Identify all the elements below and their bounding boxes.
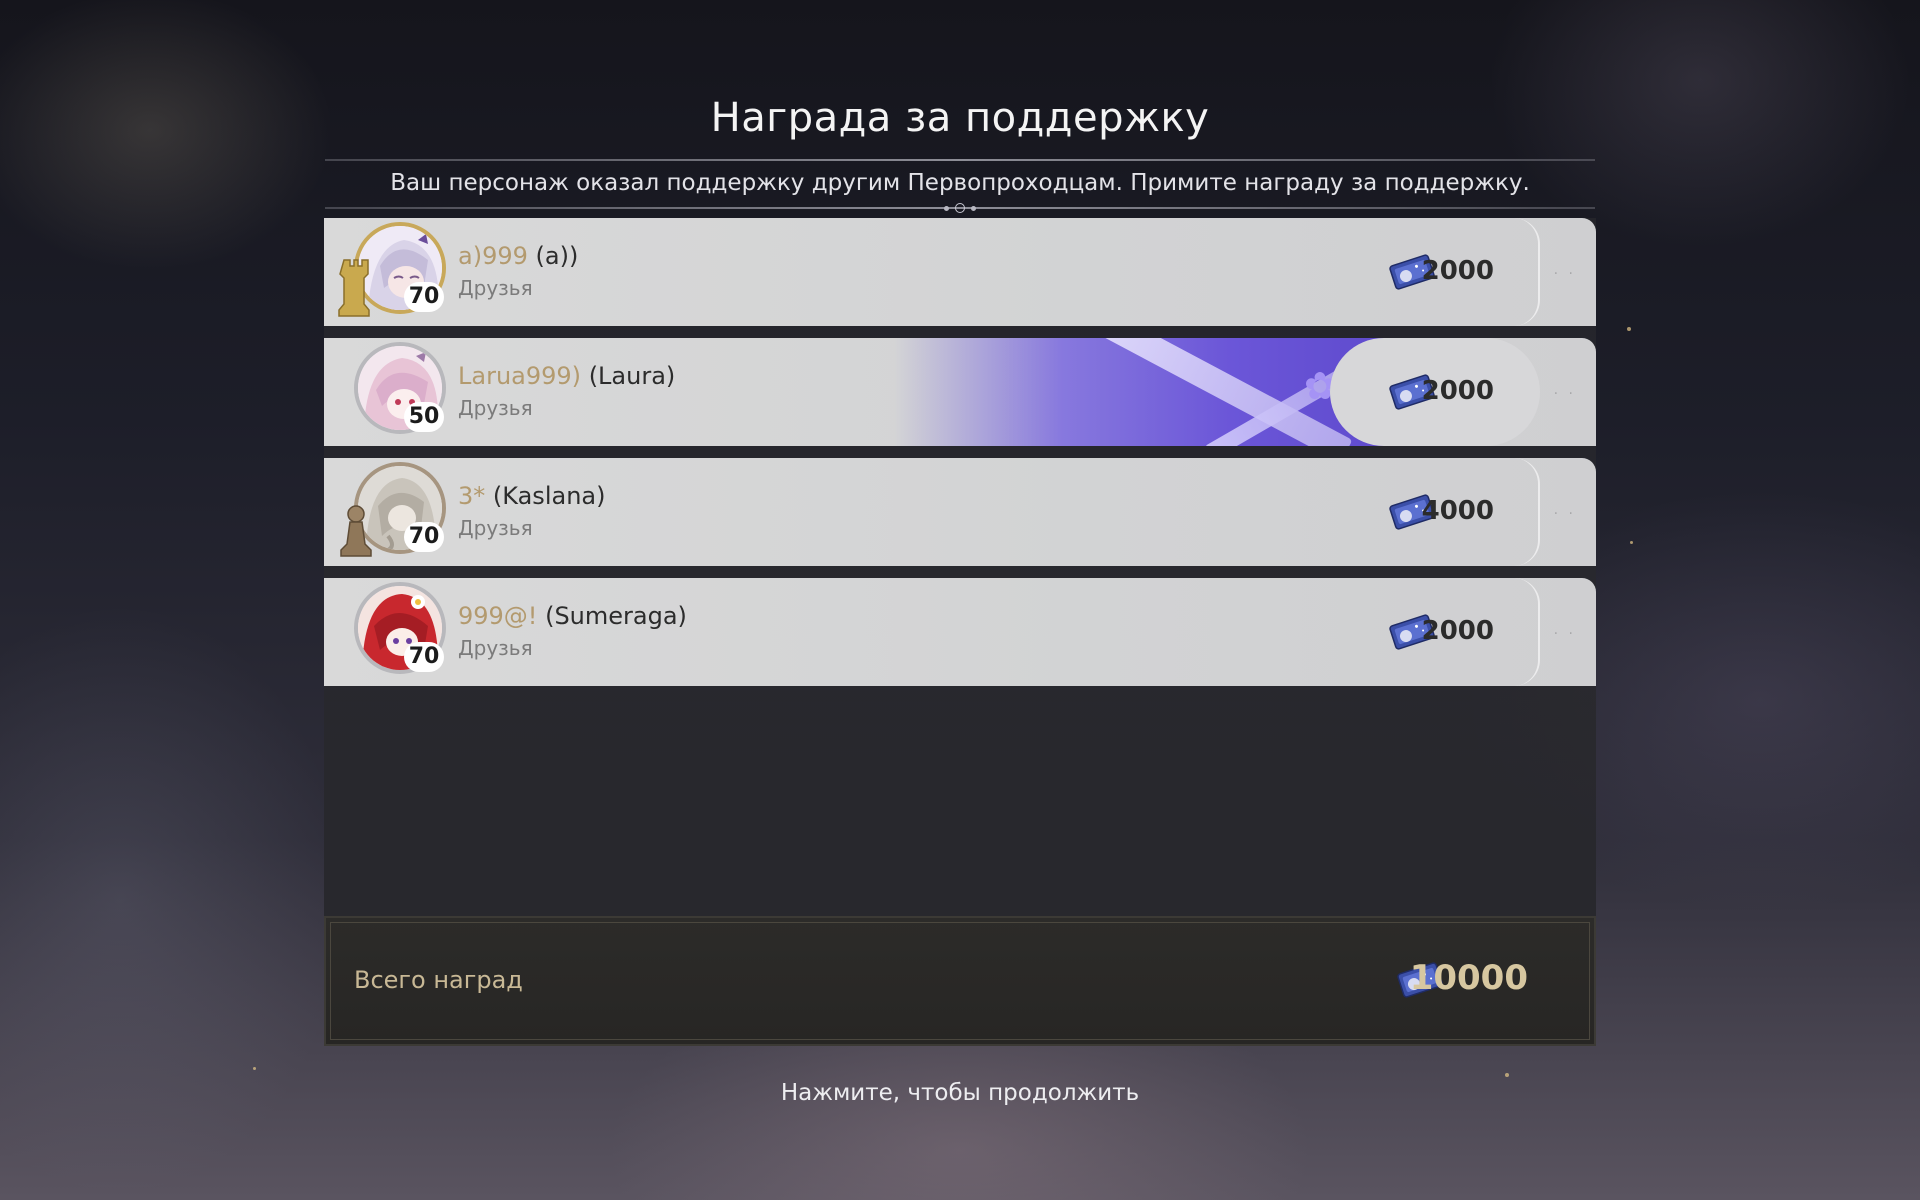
row-edge — [1514, 578, 1540, 686]
player-name: Larua999) (Laura) — [458, 362, 675, 390]
sparkle — [1630, 541, 1633, 544]
support-row[interactable]: ✿ 50 Larua999) (Laura) Друзья 2000 · · — [324, 338, 1596, 446]
player-name: a)999 (a)) — [458, 242, 578, 270]
divider-ornament — [940, 202, 980, 214]
reward-amount: 4000 — [1421, 496, 1494, 526]
support-row[interactable]: 70 a)999 (a)) Друзья 2000 · · — [324, 218, 1596, 326]
continue-prompt[interactable]: Нажмите, чтобы продолжить — [0, 1080, 1920, 1106]
avatar: 70 — [338, 582, 446, 682]
support-row[interactable]: 70 3* (Kaslana) Друзья 4000 · · — [324, 458, 1596, 566]
reward-amount: 2000 — [1421, 376, 1494, 406]
relation-label: Друзья — [458, 636, 533, 660]
gold-rook-icon — [338, 259, 370, 317]
sparkle — [1627, 327, 1631, 331]
reward-amount: 2000 — [1421, 256, 1494, 286]
reward-amount: 2000 — [1421, 616, 1494, 646]
bronze-pawn-icon — [340, 505, 372, 557]
player-nickname: 3* — [458, 482, 486, 510]
player-nickname: 999@! — [458, 602, 538, 630]
character-name: (Laura) — [588, 362, 676, 390]
level-badge: 70 — [404, 642, 444, 672]
player-name: 999@! (Sumeraga) — [458, 602, 687, 630]
divider — [325, 159, 1595, 161]
sparkle — [1505, 1073, 1509, 1077]
more-indicator: · · — [1553, 386, 1576, 402]
avatar: 50 — [338, 342, 446, 442]
level-badge: 70 — [404, 282, 444, 312]
player-name: 3* (Kaslana) — [458, 482, 605, 510]
character-name: (a)) — [535, 242, 579, 270]
relation-label: Друзья — [458, 516, 533, 540]
sparkle — [253, 1067, 256, 1070]
avatar: 70 — [338, 222, 446, 322]
support-row[interactable]: 70 999@! (Sumeraga) Друзья 2000 · · — [324, 578, 1596, 686]
more-indicator: · · — [1553, 506, 1576, 522]
relation-label: Друзья — [458, 396, 533, 420]
character-name: (Sumeraga) — [545, 602, 687, 630]
page-title: Награда за поддержку — [710, 95, 1210, 141]
page-subtitle: Ваш персонаж оказал поддержку другим Пер… — [390, 170, 1530, 196]
total-rewards-bar: Всего наград 10000 — [324, 916, 1596, 1046]
more-indicator: · · — [1553, 626, 1576, 642]
total-amount: 10000 — [1409, 958, 1528, 998]
avatar: 70 — [338, 462, 446, 562]
character-name: (Kaslana) — [492, 482, 606, 510]
row-edge — [1514, 458, 1540, 566]
more-indicator: · · — [1553, 266, 1576, 282]
total-label: Всего наград — [354, 966, 523, 994]
player-nickname: a)999 — [458, 242, 528, 270]
level-badge: 50 — [404, 402, 444, 432]
level-badge: 70 — [404, 522, 444, 552]
player-nickname: Larua999) — [458, 362, 582, 390]
relation-label: Друзья — [458, 276, 533, 300]
row-edge — [1514, 218, 1540, 326]
